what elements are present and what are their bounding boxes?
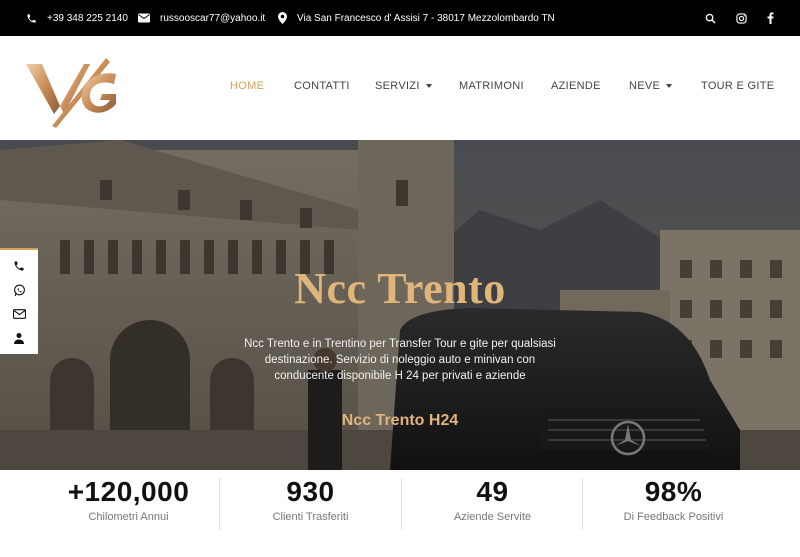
nav-aziende[interactable]: AZIENDE <box>551 80 601 92</box>
stat-feedback-label: Di Feedback Positivi <box>623 511 724 523</box>
side-email-button[interactable] <box>9 304 29 324</box>
stats-section: +120,000 Chilometri Annui 930 Clienti Tr… <box>38 470 776 557</box>
hero-section: Ncc Trento Ncc Trento e in Trentino per … <box>0 140 800 470</box>
user-icon <box>14 333 24 344</box>
topbar-address-text: Via San Francesco d' Assisi 7 - 38017 Me… <box>297 12 555 24</box>
envelope-icon <box>12 309 26 319</box>
phone-icon <box>14 261 24 271</box>
topbar-phone[interactable]: +39 348 225 2140 <box>26 0 128 36</box>
stat-clients-label: Clienti Trasferiti <box>272 511 349 523</box>
instagram-icon[interactable] <box>736 12 747 24</box>
facebook-icon[interactable] <box>767 12 774 24</box>
search-icon[interactable] <box>705 13 716 24</box>
chevron-down-icon <box>666 84 673 88</box>
hero-description: Ncc Trento e in Trentino per Transfer To… <box>244 338 556 382</box>
phone-icon <box>27 13 36 23</box>
side-phone-button[interactable] <box>9 256 29 276</box>
topbar-email[interactable]: russooscar77@yahoo.it <box>138 0 265 36</box>
side-whatsapp-button[interactable] <box>9 280 29 300</box>
nav-tour-e-gite[interactable]: TOUR E GITE <box>701 80 774 92</box>
stat-companies-label: Aziende Servite <box>453 511 532 523</box>
envelope-icon <box>138 13 150 23</box>
stat-feedback-number: 98% <box>644 476 703 507</box>
nav-matrimoni-label: MATRIMONI <box>459 80 524 92</box>
whatsapp-icon <box>13 284 25 296</box>
nav-aziende-label: AZIENDE <box>551 80 601 92</box>
stat-clients: 930 Clienti Trasferiti <box>220 470 401 540</box>
topbar-phone-text: +39 348 225 2140 <box>47 12 128 24</box>
stat-clients-number: 930 <box>286 476 335 507</box>
stat-km-number: +120,000 <box>67 476 190 507</box>
nav-neve-label: NEVE <box>629 80 661 92</box>
side-contact-bar <box>0 248 38 354</box>
nav-contatti[interactable]: CONTATTI <box>294 80 350 92</box>
side-user-button[interactable] <box>9 328 29 348</box>
topbar-address[interactable]: Via San Francesco d' Assisi 7 - 38017 Me… <box>278 0 555 36</box>
hero-title: Ncc Trento <box>294 264 506 313</box>
hero-subtitle: Ncc Trento H24 <box>341 412 459 429</box>
nav-neve[interactable]: NEVE <box>629 80 673 92</box>
nav-tour-label: TOUR E GITE <box>701 80 775 92</box>
stat-km: +120,000 Chilometri Annui <box>38 470 219 540</box>
nav-contatti-label: CONTATTI <box>294 80 350 92</box>
site-header: HOME CONTATTI SERVIZI MATRIMONI AZIENDE … <box>0 36 800 140</box>
top-bar: +39 348 225 2140 russooscar77@yahoo.it V… <box>0 0 800 36</box>
nav-home-label: HOME <box>230 80 265 92</box>
stat-companies: 49 Aziende Servite <box>402 470 583 540</box>
nav-servizi-label: SERVIZI <box>375 80 420 92</box>
chevron-down-icon <box>425 84 432 88</box>
map-pin-icon <box>278 12 287 24</box>
topbar-email-text: russooscar77@yahoo.it <box>160 12 266 24</box>
nav-servizi[interactable]: SERVIZI <box>375 80 432 92</box>
stat-km-label: Chilometri Annui <box>88 511 169 523</box>
main-nav: HOME CONTATTI SERVIZI MATRIMONI AZIENDE … <box>0 36 800 140</box>
stat-feedback: 98% Di Feedback Positivi <box>583 470 764 540</box>
nav-matrimoni[interactable]: MATRIMONI <box>459 80 524 92</box>
nav-home[interactable]: HOME <box>230 80 264 92</box>
stat-companies-number: 49 <box>476 476 509 507</box>
